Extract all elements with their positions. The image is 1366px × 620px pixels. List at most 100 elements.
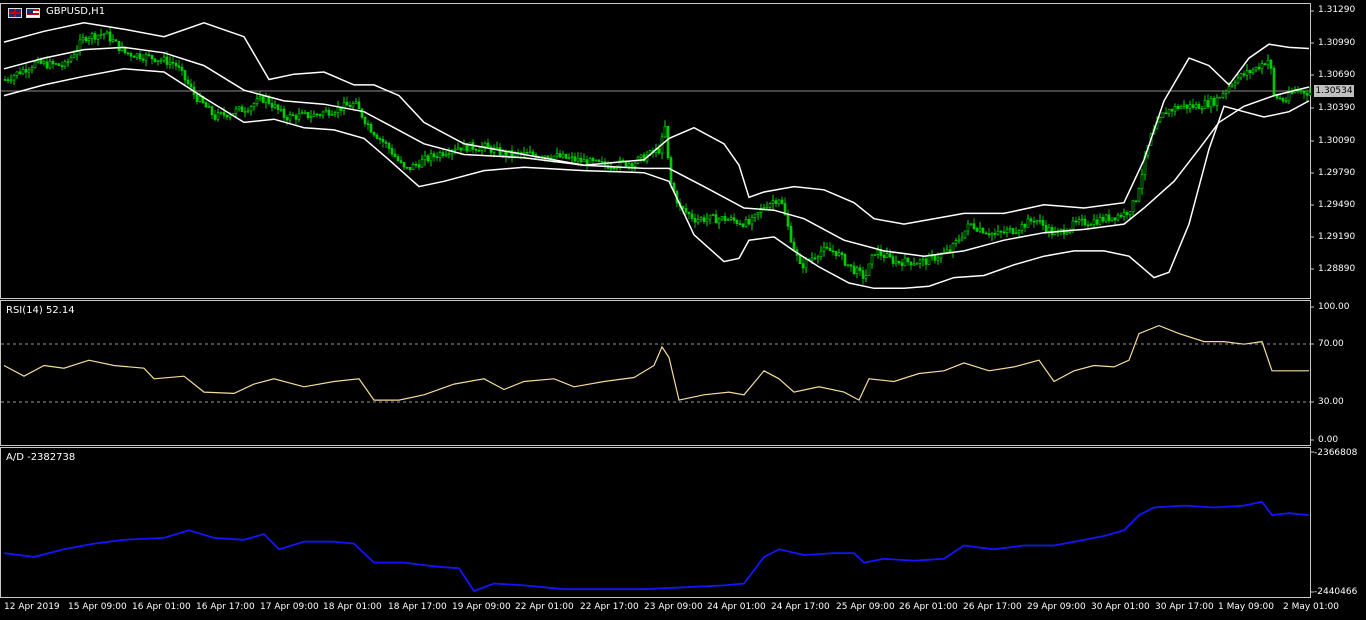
candle-body [1134, 200, 1138, 203]
candle-body [1281, 98, 1285, 102]
candle-body [1188, 104, 1192, 109]
candle-body [510, 150, 514, 157]
candle-body [555, 153, 559, 157]
candle-body [696, 219, 700, 223]
candle-body [735, 220, 739, 224]
candle-body [1113, 217, 1117, 221]
candle-body [399, 160, 403, 163]
candle-body [330, 114, 334, 116]
candle-body [501, 150, 505, 156]
candle-body [96, 34, 100, 40]
candle-body [702, 217, 706, 222]
candle-body [1014, 232, 1018, 235]
candle-body [9, 79, 13, 82]
candle-body [1023, 224, 1027, 228]
candle-body [837, 252, 841, 256]
candle-body [108, 31, 112, 42]
candle-body [1305, 93, 1309, 96]
candle-body [816, 256, 820, 259]
candle-body [990, 233, 994, 236]
candle-body [612, 167, 616, 169]
candle-body [864, 275, 868, 279]
candle-body [1245, 70, 1249, 76]
price-axis-label: 1.29790 [1318, 168, 1356, 178]
time-axis-label: 30 Apr 17:00 [1155, 602, 1214, 612]
ad-axis-label: -2440466 [1314, 587, 1358, 597]
candle-body [297, 113, 301, 120]
candle-body [414, 164, 418, 166]
candle-body [93, 33, 97, 40]
candle-body [948, 249, 952, 253]
candle-body [1263, 63, 1267, 65]
candle-body [240, 106, 244, 112]
rsi-axis-label: 100.00 [1318, 302, 1350, 312]
time-axis-label: 26 Apr 17:00 [963, 602, 1022, 612]
candle-body [1080, 218, 1084, 221]
candle-body [444, 154, 448, 156]
candle-body [432, 153, 436, 158]
candle-body [1002, 231, 1006, 234]
candle-body [468, 142, 472, 152]
time-axis-label: 26 Apr 01:00 [899, 602, 958, 612]
candle-body [900, 262, 904, 267]
candle-body [1137, 188, 1141, 202]
candle-body [1212, 98, 1216, 106]
candle-body [117, 40, 121, 51]
chart-canvas[interactable] [0, 0, 1366, 620]
candle-body [99, 34, 103, 36]
candle-body [498, 147, 502, 156]
time-axis-label: 16 Apr 01:00 [132, 602, 191, 612]
candle-body [1251, 69, 1255, 74]
candle-body [813, 257, 817, 260]
candle-body [963, 230, 967, 239]
candle-body [51, 60, 55, 65]
chart-window[interactable]: GBPUSD,H1 RSI(14) 52.14 A/D -2382738 1.3… [0, 0, 1366, 620]
candle-body [1164, 112, 1168, 115]
candle-body [1128, 211, 1132, 215]
candle-body [402, 162, 406, 168]
candle-body [111, 39, 115, 42]
candle-body [1092, 219, 1096, 225]
candle-body [6, 79, 10, 81]
candle-body [183, 70, 187, 81]
candle-body [957, 239, 961, 242]
candle-body [198, 96, 202, 102]
candle-body [309, 116, 313, 118]
candle-body [420, 159, 424, 168]
gbp-flag-icon [8, 8, 22, 18]
candle-body [396, 156, 400, 161]
candle-body [918, 259, 922, 264]
candle-body [57, 63, 61, 66]
candle-body [954, 240, 958, 244]
candle-body [975, 228, 979, 232]
candle-body [135, 53, 139, 58]
candle-body [903, 257, 907, 267]
candle-body [558, 153, 562, 158]
candle-body [150, 54, 154, 60]
candle-body [789, 225, 793, 243]
time-axis-label: 29 Apr 09:00 [1027, 602, 1086, 612]
candle-body [375, 134, 379, 139]
candle-body [687, 212, 691, 215]
candle-body [48, 60, 52, 69]
candle-body [867, 263, 871, 276]
candle-body [966, 223, 970, 232]
price-axis-label: 1.30390 [1318, 103, 1356, 113]
candle-body [951, 243, 955, 253]
candle-body [933, 255, 937, 261]
candle-body [1044, 225, 1048, 233]
candle-body [237, 106, 241, 110]
candle-body [345, 102, 349, 106]
candle-body [255, 98, 259, 104]
candle-body [270, 103, 274, 108]
candle-body [999, 230, 1003, 233]
candle-body [633, 162, 637, 167]
candle-body [1290, 92, 1294, 94]
candle-body [354, 101, 358, 104]
candle-body [765, 206, 769, 209]
candle-body [1197, 104, 1201, 109]
candle-body [936, 257, 940, 261]
candle-body [573, 156, 577, 162]
candle-body [441, 152, 445, 156]
candle-body [1308, 92, 1312, 96]
